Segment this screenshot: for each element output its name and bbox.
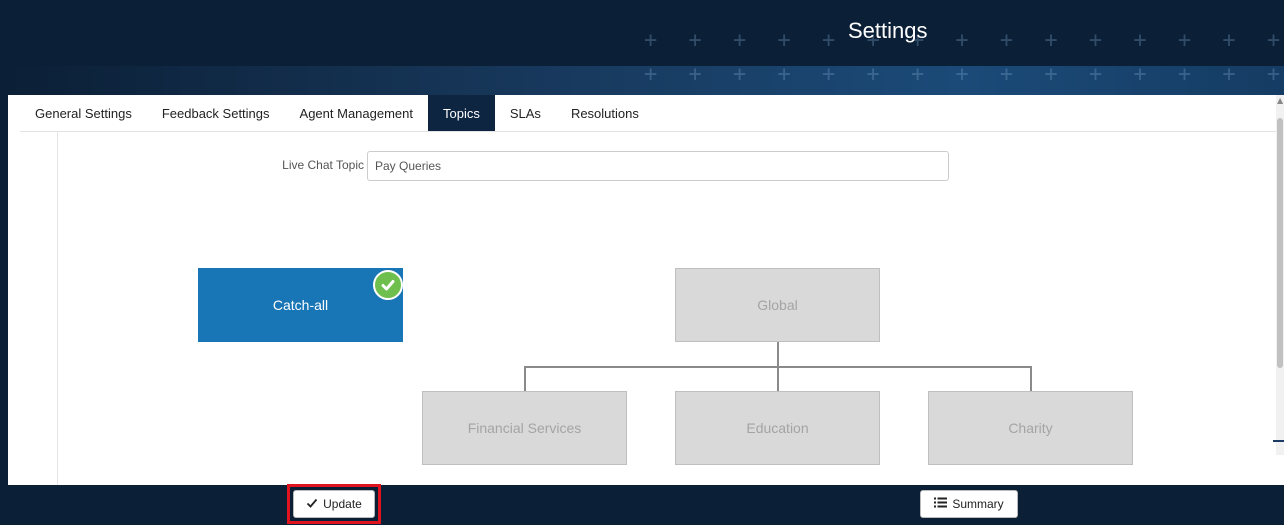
topic-global[interactable]: Global bbox=[675, 268, 880, 342]
connector-left bbox=[524, 366, 526, 391]
header-decoration: + + + + + + + + + + + + + + + + + + + + +… bbox=[644, 28, 1284, 87]
settings-tabs: General Settings Feedback Settings Agent… bbox=[20, 95, 654, 131]
footer-bar bbox=[0, 485, 1284, 525]
connector-middle bbox=[777, 366, 779, 391]
header-banner: + + + + + + + + + + + + + + + + + + + + +… bbox=[0, 0, 1284, 95]
connector-vertical bbox=[777, 342, 779, 367]
update-highlight bbox=[287, 484, 381, 524]
content-panel-border bbox=[57, 131, 58, 485]
topic-education-label: Education bbox=[746, 420, 809, 436]
topic-education[interactable]: Education bbox=[675, 391, 880, 465]
live-chat-topic-label: Live Chat Topic bbox=[282, 158, 364, 172]
scroll-down-icon[interactable] bbox=[1273, 440, 1284, 442]
left-edge bbox=[0, 95, 8, 485]
topic-charity-label: Charity bbox=[1008, 420, 1053, 436]
scroll-up-icon[interactable]: ▲ bbox=[1277, 97, 1283, 105]
summary-button[interactable]: Summary bbox=[920, 490, 1018, 518]
tab-resolutions[interactable]: Resolutions bbox=[555, 95, 654, 131]
tab-divider bbox=[20, 131, 1276, 132]
topic-catch-all-label: Catch-all bbox=[272, 297, 329, 313]
list-icon bbox=[934, 497, 948, 511]
scrollbar-thumb[interactable] bbox=[1277, 118, 1283, 368]
tab-general-settings[interactable]: General Settings bbox=[20, 95, 147, 131]
summary-button-label: Summary bbox=[952, 497, 1004, 511]
check-circle-icon bbox=[373, 270, 403, 300]
topic-charity[interactable]: Charity bbox=[928, 391, 1133, 465]
topic-financial-services-label: Financial Services bbox=[467, 420, 582, 436]
topic-global-label: Global bbox=[757, 297, 798, 313]
tab-agent-management[interactable]: Agent Management bbox=[284, 95, 428, 131]
tab-feedback-settings[interactable]: Feedback Settings bbox=[146, 95, 285, 131]
tab-topics[interactable]: Topics bbox=[428, 95, 495, 131]
topic-financial-services[interactable]: Financial Services bbox=[422, 391, 627, 465]
topic-catch-all[interactable]: Catch-all bbox=[198, 268, 403, 342]
page-title: Settings bbox=[848, 18, 928, 43]
connector-right bbox=[1030, 366, 1032, 391]
live-chat-topic-input[interactable] bbox=[367, 151, 949, 181]
tab-slas[interactable]: SLAs bbox=[494, 95, 556, 131]
